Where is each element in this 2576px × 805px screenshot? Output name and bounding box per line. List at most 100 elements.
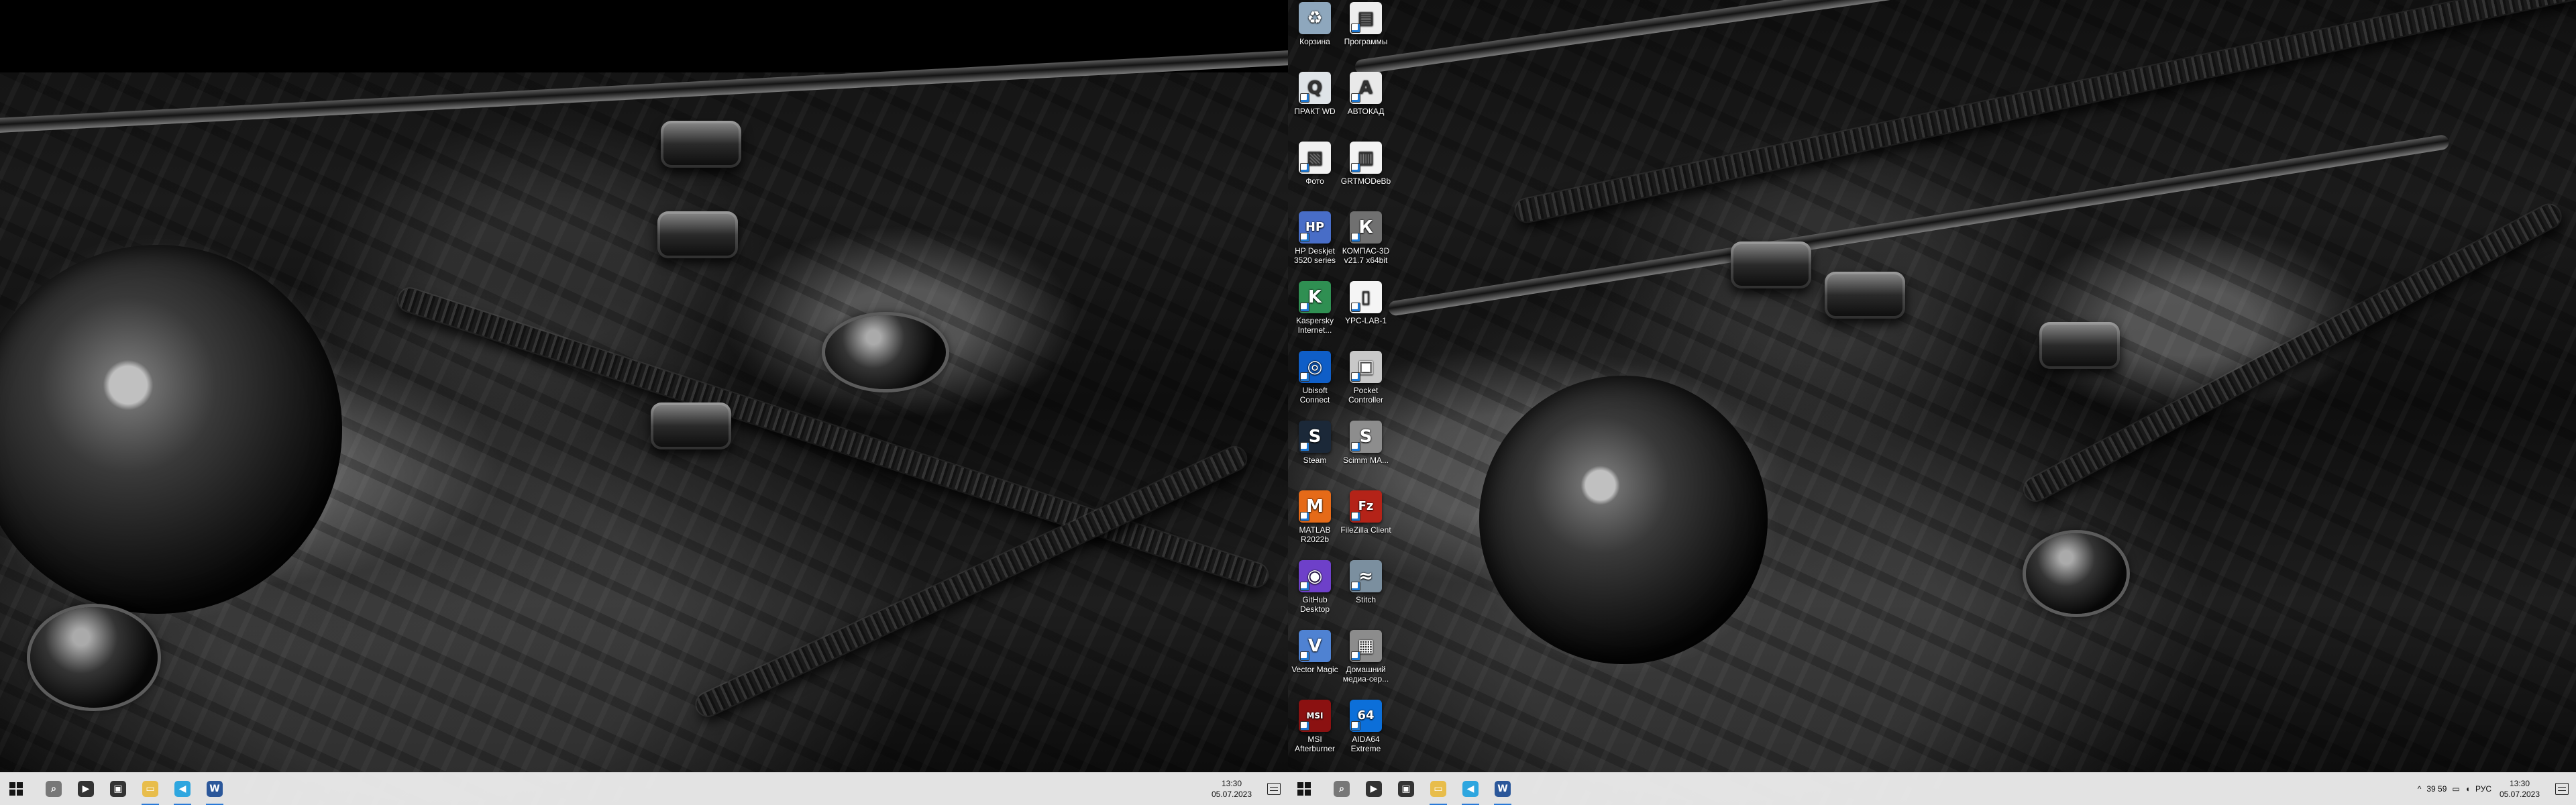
right-notification-button[interactable] <box>2548 773 2576 805</box>
desktop-shortcut-label: Pocket Controller <box>1348 386 1384 405</box>
start-button-right[interactable] <box>1288 773 1320 805</box>
coil-pack-right-1 <box>1731 241 1811 288</box>
desktop-shortcut[interactable]: K Kaspersky Internet... <box>1289 279 1340 345</box>
desktop-shortcut-label: HP Deskjet 3520 series <box>1293 246 1336 265</box>
left-clock[interactable]: 13:30 05.07.2023 <box>1203 778 1260 800</box>
desktop-shortcut[interactable]: S Scimm MA... <box>1340 419 1391 484</box>
photo-folder-icon: ▧ <box>1299 142 1331 174</box>
desktop-shortcut[interactable]: MSI MSI Afterburner <box>1289 698 1340 763</box>
desktop-shortcut-label: Vector Magic <box>1291 665 1338 674</box>
desktop-shortcut-label: Steam <box>1303 455 1327 465</box>
media-player-icon: ▶ <box>1366 781 1382 797</box>
desktop-shortcut[interactable]: ◉ GitHub Desktop <box>1289 558 1340 624</box>
taskbar-app-right-5[interactable]: W <box>1487 773 1519 805</box>
taskbar-app-left-3[interactable]: ▭ <box>134 773 166 805</box>
taskbar-app-right-1[interactable]: ▶ <box>1358 773 1390 805</box>
programs-folder-icon: ▤ <box>1350 2 1382 34</box>
desktop-shortcut[interactable]: ♻ Корзина <box>1289 0 1340 66</box>
desktop-shortcut-label: GitHub Desktop <box>1299 595 1330 614</box>
steam-icon: S <box>1299 421 1331 453</box>
desktop-shortcut-label: FileZilla Client <box>1340 525 1391 535</box>
turbocharger-right <box>1479 376 1768 664</box>
desktop-shortcut[interactable]: ≈ Stitch <box>1340 558 1391 624</box>
coil-pack-right-2 <box>1825 272 1905 319</box>
desktop-shortcut[interactable]: Q ПРАКТ WD <box>1289 70 1340 136</box>
right-clock[interactable]: 13:30 05.07.2023 <box>2491 778 2548 800</box>
desktop-shortcut[interactable]: ▣ Pocket Controller <box>1340 349 1391 415</box>
desktop-shortcut-label: КОМПАС-3D v21.7 x64bit <box>1342 246 1390 265</box>
desktop-shortcut-label: Фото <box>1305 176 1324 186</box>
app-icon: S <box>1350 421 1382 453</box>
desktop-shortcut[interactable]: Fz FileZilla Client <box>1340 488 1391 554</box>
desktop-shortcut[interactable]: ◎ Ubisoft Connect <box>1289 349 1340 415</box>
word-icon: W <box>1495 781 1511 797</box>
desktop-shortcut[interactable]: ▦ Домашний медиа-сер... <box>1340 628 1391 694</box>
windows-icon <box>1297 782 1311 796</box>
coil-pack-left-3 <box>651 402 731 449</box>
desktop-shortcut[interactable]: V Vector Magic <box>1289 628 1340 694</box>
recycle-bin-icon: ♻ <box>1299 2 1331 34</box>
file-explorer-icon: ▭ <box>1430 781 1446 797</box>
desktop-shortcut[interactable]: S Steam <box>1289 419 1340 484</box>
reservoir-cap-left <box>30 607 158 708</box>
taskbar-app-left-2[interactable]: ▣ <box>102 773 134 805</box>
desktop-shortcut[interactable]: ▯ YPC-LAB-1 <box>1340 279 1391 345</box>
app-window-icon: ▣ <box>1398 781 1414 797</box>
document-icon: ▯ <box>1350 281 1382 313</box>
start-button-left[interactable] <box>0 773 32 805</box>
file-icon: ▥ <box>1350 142 1382 174</box>
desktop-shortcut[interactable]: ▧ Фото <box>1289 140 1340 205</box>
taskbar-app-left-0[interactable]: ⌕ <box>38 773 70 805</box>
telegram-icon: ◀ <box>1462 781 1479 797</box>
temperature-readout[interactable]: 39 59 <box>2426 773 2447 805</box>
taskbar-app-left-5[interactable]: W <box>199 773 231 805</box>
taskbar-app-right-3[interactable]: ▭ <box>1422 773 1454 805</box>
language-indicator[interactable]: РУС <box>2475 773 2491 805</box>
desktop-shortcut-label: Kaspersky Internet... <box>1295 316 1334 335</box>
desktop-shortcut[interactable]: 64 AIDA64 Extreme <box>1340 698 1391 763</box>
volume-icon[interactable]: ◖ <box>2465 773 2470 805</box>
desktop-shortcut-label: YPC-LAB-1 <box>1344 316 1387 325</box>
right-taskbar[interactable]: ⌕ ▶ ▣ ▭ ◀ W ^ 39 59 ▭ ◖ РУС 13:30 05.07.2023 <box>1288 772 2576 805</box>
oil-cap-left <box>825 315 946 389</box>
desktop-shortcut-label: AIDA64 Extreme <box>1350 735 1381 753</box>
desktop-shortcut-label: GRTMODeBb <box>1340 176 1391 186</box>
desktop-shortcut[interactable]: ▥ GRTMODeBb <box>1340 140 1391 205</box>
desktop-shortcut-label: Stitch <box>1355 595 1376 604</box>
tray-overflow-button[interactable]: ^ <box>2418 773 2422 805</box>
desktop-shortcut-label: Корзина <box>1299 37 1330 46</box>
desktop-shortcut-label: MATLAB R2022b <box>1299 525 1331 544</box>
desktop-shortcut[interactable]: A АВТОКАД <box>1340 70 1391 136</box>
file-explorer-icon: ▭ <box>142 781 158 797</box>
desktop-shortcut-label: Программы <box>1344 37 1388 46</box>
aida64-icon: 64 <box>1350 700 1382 732</box>
left-clock-date: 05.07.2023 <box>1211 790 1252 799</box>
left-taskbar[interactable]: ⌕ ▶ ▣ ▭ ◀ W 13:30 05.07.2023 <box>0 772 1288 805</box>
home-media-server-icon: ▦ <box>1350 630 1382 662</box>
desktop-icon-grid: ♻ Корзина ▤ Программы Q ПРАКТ WD A АВТОКАД ▧ Фото… <box>1288 0 1402 770</box>
desktop-shortcut-label: Домашний медиа-сер... <box>1342 665 1389 684</box>
left-clock-time: 13:30 <box>1221 779 1242 788</box>
desktop-shortcut[interactable]: HP HP Deskjet 3520 series <box>1289 209 1340 275</box>
right-system-tray: ^ 39 59 ▭ ◖ РУС 13:30 05.07.2023 <box>2412 773 2576 805</box>
network-icon[interactable]: ▭ <box>2452 773 2459 805</box>
taskbar-app-left-4[interactable]: ◀ <box>166 773 199 805</box>
desktop-shortcut-label: Ubisoft Connect <box>1299 386 1330 405</box>
autocad-icon: A <box>1350 72 1382 104</box>
filezilla-icon: Fz <box>1350 490 1382 523</box>
desktop-shortcut-label: ПРАКТ WD <box>1294 107 1336 116</box>
printer-icon: HP <box>1299 211 1331 244</box>
desktop-shortcut[interactable]: M MATLAB R2022b <box>1289 488 1340 554</box>
desktop-shortcut-label: MSI Afterburner <box>1294 735 1336 753</box>
left-notification-button[interactable] <box>1260 773 1288 805</box>
task-view-icon: ⌕ <box>1334 781 1350 797</box>
taskbar-app-right-0[interactable]: ⌕ <box>1326 773 1358 805</box>
desktop-shortcut[interactable]: ▤ Программы <box>1340 0 1391 66</box>
taskbar-app-right-2[interactable]: ▣ <box>1390 773 1422 805</box>
taskbar-app-left-1[interactable]: ▶ <box>70 773 102 805</box>
desktop-shortcut[interactable]: К КОМПАС-3D v21.7 x64bit <box>1340 209 1391 275</box>
right-clock-date: 05.07.2023 <box>2499 790 2540 799</box>
right-monitor: ♻ Корзина ▤ Программы Q ПРАКТ WD A АВТОКАД ▧ Фото… <box>1288 0 2576 805</box>
task-view-icon: ⌕ <box>46 781 62 797</box>
taskbar-app-right-4[interactable]: ◀ <box>1454 773 1487 805</box>
